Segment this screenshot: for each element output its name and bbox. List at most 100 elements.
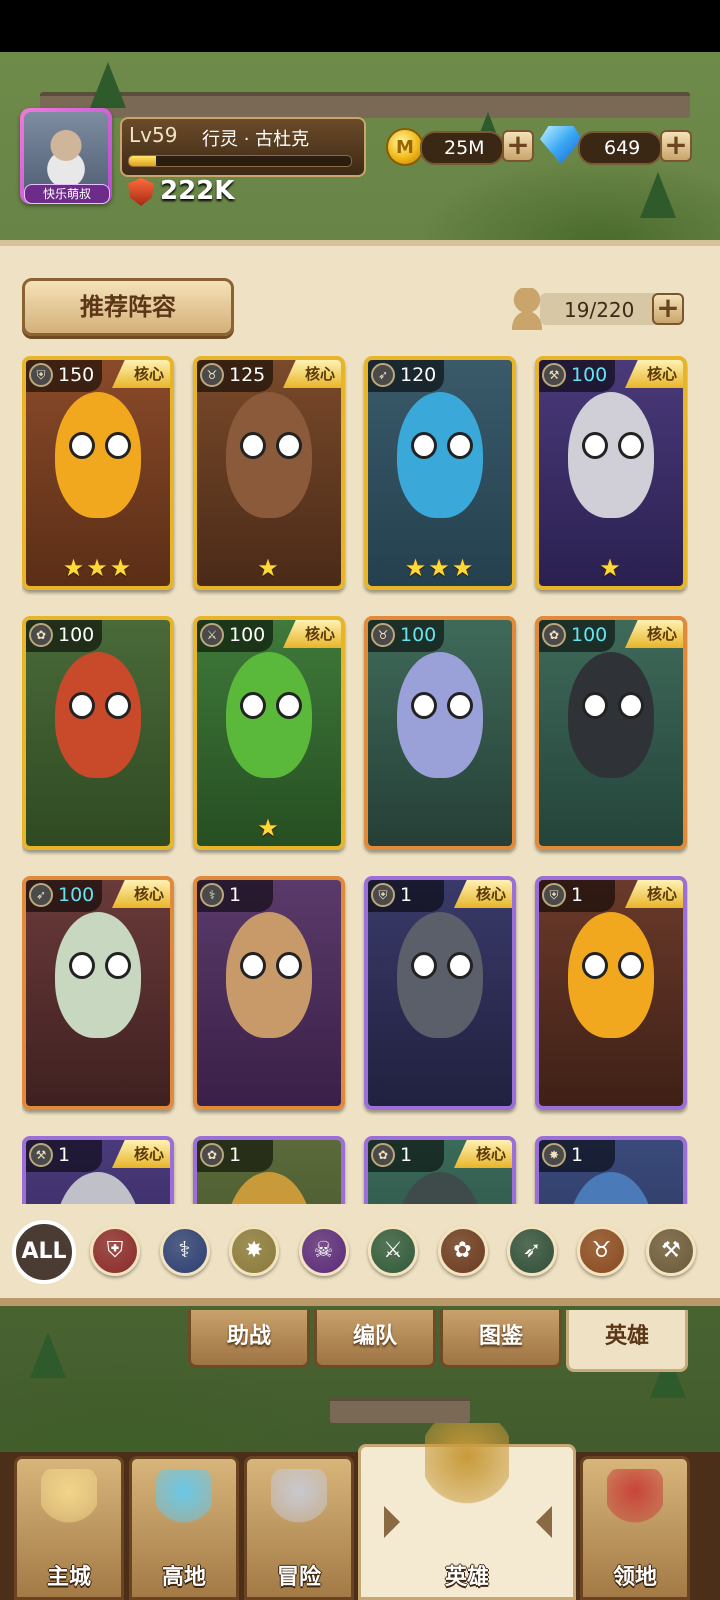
axe-icon: ⚒ (29, 1143, 53, 1167)
crossed-swords-icon: ⚔ (383, 1238, 403, 1263)
hero-figure (567, 911, 655, 1039)
hero-figure (225, 1171, 313, 1204)
hero-card[interactable]: ♉ 100 (364, 616, 516, 850)
gem-panel: 649 (578, 131, 662, 165)
paw-icon: ✿ (371, 1143, 395, 1167)
hero-card[interactable]: ⚔ 100 核心 ★ (193, 616, 345, 850)
hero-level: 100 (229, 624, 266, 646)
hero-level: 1 (229, 884, 242, 906)
hero-stars: ★ (257, 814, 281, 842)
xp-bar (128, 155, 352, 167)
player-level: Lv59 (129, 123, 178, 147)
paw-icon: ✿ (542, 623, 566, 647)
hero-portrait (197, 880, 341, 1106)
hero-portrait (368, 880, 512, 1106)
hero-figure (567, 1171, 655, 1204)
hero-level: 1 (571, 884, 584, 906)
hero-card[interactable]: ⛨ 1 核心 (364, 876, 516, 1110)
hero-figure (54, 911, 142, 1039)
hero-card[interactable]: ♉ 125 核心 ★ (193, 356, 345, 590)
hero-level: 1 (400, 1144, 413, 1166)
add-gold-button[interactable]: + (502, 130, 534, 162)
paw-icon: ✿ (453, 1238, 472, 1263)
hero-level-badge: ⛨ 1 (539, 880, 615, 912)
tab-codex[interactable]: 图鉴 (440, 1310, 562, 1368)
tab-heroes[interactable]: 英雄 (566, 1310, 688, 1372)
nav-banner[interactable]: 领地 (580, 1456, 690, 1600)
filter-crossed-swords-button[interactable]: ⚔ (368, 1226, 418, 1276)
hero-portrait (368, 620, 512, 846)
hero-card[interactable]: ⚒ 1 核心 (22, 1136, 174, 1204)
filter-horns-button[interactable]: ♉ (576, 1226, 627, 1276)
nav-label: 高地 (161, 1565, 206, 1590)
tab-assist[interactable]: 助战 (188, 1310, 310, 1368)
staff-icon: ⚕ (178, 1238, 191, 1263)
hero-card[interactable]: ➶ 120 ★★★ (364, 356, 516, 590)
tree (90, 62, 126, 108)
hero-level-badge: ✸ 1 (539, 1140, 615, 1172)
banner-icon (607, 1469, 663, 1525)
add-gems-button[interactable]: + (660, 130, 692, 162)
filter-burst-button[interactable]: ✸ (229, 1226, 279, 1276)
hero-stars: ★ (257, 554, 281, 582)
hero-figure (396, 391, 484, 519)
nav-highland[interactable]: 高地 (129, 1456, 239, 1600)
hero-level: 100 (571, 624, 608, 646)
nav-label: 冒险 (276, 1565, 321, 1590)
filter-axe-button[interactable]: ⚒ (646, 1226, 696, 1276)
hero-figure (396, 911, 484, 1039)
hero-card[interactable]: ✿ 100 (22, 616, 174, 850)
filter-staff-button[interactable]: ⚕ (159, 1226, 210, 1276)
wooden-bridge (330, 1397, 470, 1423)
recommend-lineup-button[interactable]: 推荐阵容 (22, 278, 234, 336)
nav-label: 英雄 (444, 1565, 489, 1590)
hero-capacity-panel: 19/220 (540, 293, 670, 325)
hero-level-badge: ♉ 125 (197, 360, 273, 392)
xp-fill (129, 156, 156, 166)
hero-figure (54, 651, 142, 779)
gem-value: 649 (604, 137, 641, 159)
hero-card[interactable]: ➶ 100 核心 (22, 876, 174, 1110)
filter-paw-button[interactable]: ✿ (437, 1226, 488, 1276)
hero-level: 150 (58, 364, 95, 386)
hero-figure (225, 651, 313, 779)
hero-grid: ⛨ 150 核心 ★★★ ♉ 125 核心 ★ ➶ 120 ★★★ ⚒ 100 核心 ★ ✿ 100 ⚔ 100 核心… (22, 356, 688, 1204)
stone-wall (40, 92, 690, 118)
hero-portrait (26, 880, 170, 1106)
hero-portrait (26, 620, 170, 846)
hero-level: 1 (229, 1144, 242, 1166)
nav-label: 主城 (46, 1565, 91, 1590)
filter-skull-button[interactable]: ☠ (298, 1226, 349, 1276)
horns-icon: ♉ (200, 363, 224, 387)
hero-figure (225, 911, 313, 1039)
horns-icon: ♉ (591, 1238, 612, 1263)
hero-portrait (368, 360, 512, 586)
hero-card[interactable]: ⚒ 100 核心 ★ (535, 356, 687, 590)
skull-icon: ☠ (313, 1238, 334, 1263)
hero-card[interactable]: ✿ 1 (193, 1136, 345, 1204)
hero-card[interactable]: ✿ 100 核心 (535, 616, 687, 850)
hero-card[interactable]: ⛨ 150 核心 ★★★ (22, 356, 174, 590)
shield-icon: ⛨ (29, 363, 53, 387)
hero-card[interactable]: ✸ 1 (535, 1136, 687, 1204)
burst-icon: ✸ (542, 1143, 566, 1167)
crossed-swords-icon (271, 1469, 327, 1525)
filter-shield-button[interactable]: ⛨ (90, 1226, 140, 1276)
axe-icon: ⚒ (542, 363, 566, 387)
tab-formation[interactable]: 编队 (314, 1310, 436, 1368)
hero-card[interactable]: ✿ 1 核心 (364, 1136, 516, 1204)
filter-bow-button[interactable]: ➶ (507, 1226, 557, 1276)
level-panel[interactable]: Lv59 行灵 · 古杜克 (120, 117, 366, 177)
nav-crossed-swords[interactable]: 冒险 (244, 1456, 354, 1600)
hero-card[interactable]: ⚕ 1 (193, 876, 345, 1110)
hero-card[interactable]: ⛨ 1 核心 (535, 876, 687, 1110)
hero-portrait (539, 620, 683, 846)
horns-icon: ♉ (371, 623, 395, 647)
expand-capacity-button[interactable]: + (652, 293, 684, 325)
hero-level-badge: ⛨ 150 (26, 360, 102, 392)
helmet-icon (425, 1423, 509, 1507)
gold-value: 25M (444, 137, 485, 159)
nav-castle[interactable]: 主城 (14, 1456, 124, 1600)
hero-level-badge: ⛨ 1 (368, 880, 444, 912)
filter-all-button[interactable]: ALL (12, 1220, 76, 1284)
